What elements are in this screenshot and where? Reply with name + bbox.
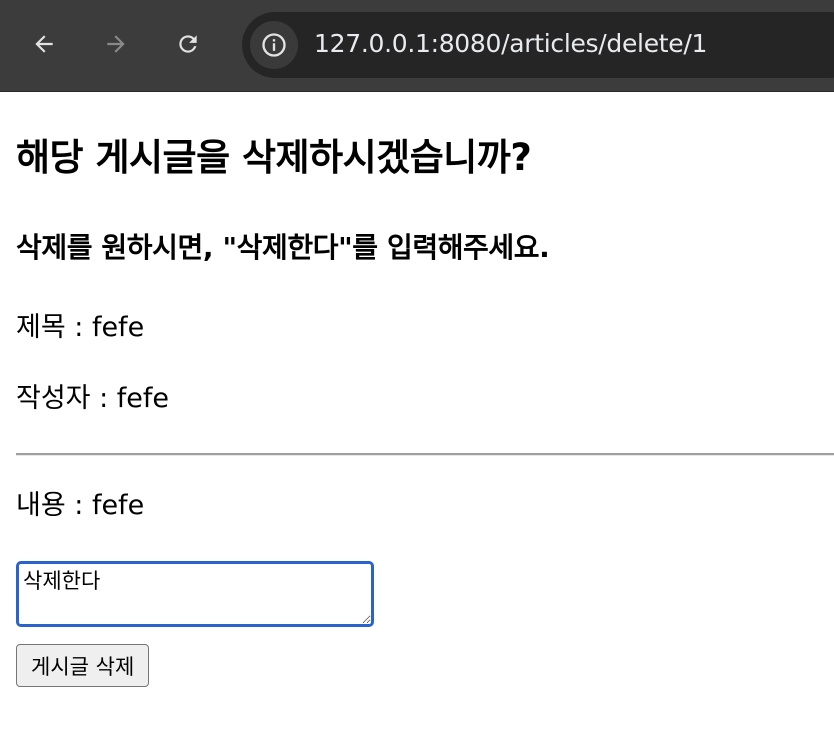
site-info-button[interactable] <box>250 21 298 69</box>
article-content: 내용 : fefe <box>16 490 145 521</box>
instruction-heading: 삭제를 원하시면, "삭제한다"를 입력해주세요. <box>16 231 550 264</box>
forward-button[interactable] <box>96 24 136 64</box>
info-icon <box>262 33 286 57</box>
arrow-right-icon <box>107 35 125 53</box>
back-button[interactable] <box>24 24 64 64</box>
arrow-left-icon <box>35 35 53 53</box>
article-author: 작성자 : fefe <box>16 383 170 414</box>
reload-button[interactable] <box>168 24 208 64</box>
page-title: 해당 게시글을 삭제하시겠습니까? <box>16 136 532 179</box>
divider <box>16 453 834 456</box>
address-bar[interactable]: 127.0.0.1:8080/articles/delete/1 <box>242 12 834 78</box>
url-text[interactable]: 127.0.0.1:8080/articles/delete/1 <box>314 29 707 58</box>
browser-toolbar: 127.0.0.1:8080/articles/delete/1 <box>0 0 834 92</box>
reload-icon <box>179 35 197 53</box>
confirm-textarea[interactable]: 삭제한다 <box>16 561 374 627</box>
article-title: 제목 : fefe <box>16 312 145 343</box>
delete-article-button[interactable]: 게시글 삭제 <box>16 644 150 687</box>
